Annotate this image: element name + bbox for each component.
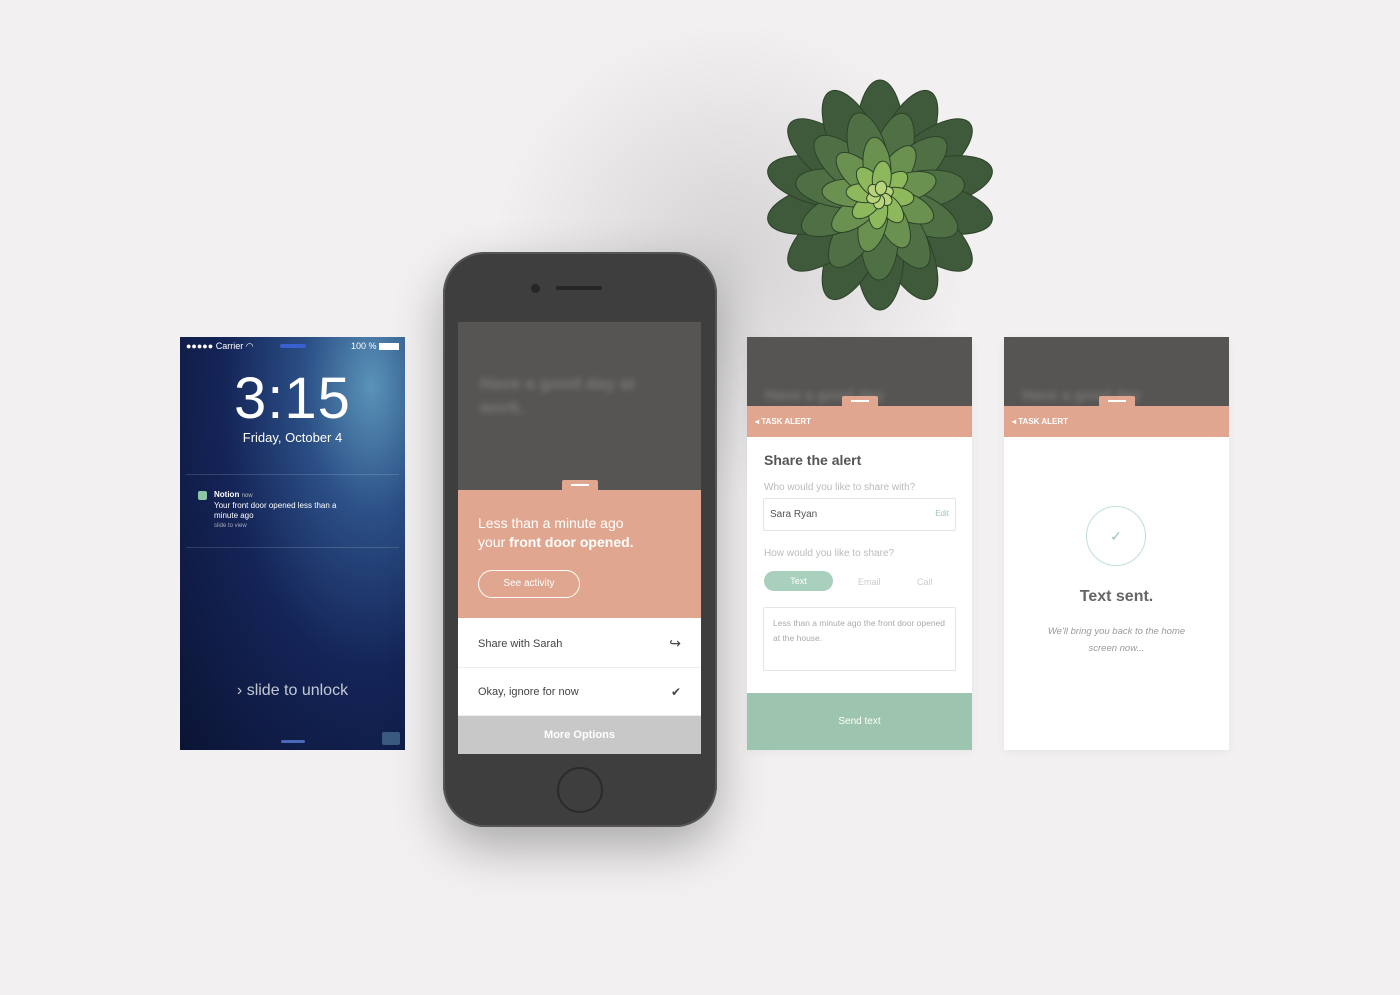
edit-link[interactable]: Edit bbox=[935, 509, 949, 520]
status-pill bbox=[280, 344, 306, 348]
unlock-label: slide to unlock bbox=[246, 682, 349, 699]
sent-title: Text sent. bbox=[1079, 588, 1154, 605]
signal-icon: ●●●●● bbox=[186, 341, 214, 351]
action-label: Okay, ignore for now bbox=[478, 685, 579, 698]
sent-screen: Have a good day ◂ TASK ALERT ✓ Text sent… bbox=[1004, 337, 1229, 750]
method-text[interactable]: Text bbox=[764, 571, 833, 591]
who-label: Who would you like to share with? bbox=[764, 482, 916, 493]
divider bbox=[186, 547, 399, 548]
dimmed-background: Have a good day at work. bbox=[458, 322, 701, 490]
alert-panel: Less than a minute ago your front door op… bbox=[458, 490, 701, 618]
date: Friday, October 4 bbox=[242, 430, 343, 445]
check-icon: ✔ bbox=[670, 684, 681, 699]
action-label: Share with Sarah bbox=[478, 637, 563, 650]
battery-icon bbox=[379, 343, 399, 351]
more-options-button[interactable]: More Options bbox=[458, 716, 701, 754]
message-textarea[interactable]: Less than a minute ago the front door op… bbox=[763, 607, 956, 671]
home-button[interactable] bbox=[557, 767, 603, 813]
share-with-sarah-row[interactable]: Share with Sarah ↪ bbox=[458, 620, 701, 668]
send-text-button[interactable]: Send text bbox=[747, 693, 972, 750]
alert-message: Less than a minute ago your front door op… bbox=[478, 515, 634, 550]
share-arrow-icon: ↪ bbox=[669, 635, 681, 651]
back-icon[interactable]: ◂ bbox=[1012, 417, 1016, 426]
ignore-row[interactable]: Okay, ignore for now ✔ bbox=[458, 668, 701, 716]
success-check-icon: ✓ bbox=[1086, 506, 1146, 566]
header-bar: ◂ TASK ALERT bbox=[747, 406, 972, 437]
camera-icon[interactable] bbox=[382, 732, 400, 745]
lock-screen: ●●●●● Carrier ◠ 100 % 3:15 Friday, Octob… bbox=[180, 337, 405, 750]
carrier: Carrier bbox=[215, 341, 244, 351]
section-title: Share the alert bbox=[764, 452, 862, 468]
speaker bbox=[556, 286, 602, 290]
clock: 3:15 bbox=[234, 366, 351, 431]
slide-to-unlock[interactable]: › slide to unlock bbox=[180, 682, 405, 700]
chevron-right-icon: › bbox=[236, 682, 243, 699]
header-title: TASK ALERT bbox=[1018, 417, 1069, 426]
notification[interactable]: Notion now Your front door opened less t… bbox=[198, 490, 355, 531]
method-email[interactable]: Email bbox=[858, 577, 881, 587]
notification-time: now bbox=[241, 493, 253, 499]
front-camera bbox=[531, 284, 540, 293]
alert-screen: Have a good day at work. Less than a min… bbox=[458, 322, 701, 754]
succulent-plant-image bbox=[767, 79, 993, 311]
header-title: TASK ALERT bbox=[761, 417, 812, 426]
recipient-value: Sara Ryan bbox=[770, 509, 818, 520]
see-activity-button[interactable]: See activity bbox=[478, 570, 580, 598]
notification-app: Notion bbox=[214, 490, 240, 499]
notification-message: Your front door opened less than a minut… bbox=[214, 501, 337, 520]
recipient-field[interactable]: Sara Ryan Edit bbox=[763, 498, 956, 531]
sent-message: We'll bring you back to the home screen … bbox=[1047, 626, 1186, 654]
notification-hint: slide to view bbox=[214, 523, 247, 529]
back-icon[interactable]: ◂ bbox=[755, 417, 759, 426]
background-text: Have a good day at work. bbox=[480, 374, 635, 417]
how-label: How would you like to share? bbox=[764, 548, 895, 559]
share-screen: Have a good day ◂ TASK ALERT Share the a… bbox=[747, 337, 972, 750]
method-call[interactable]: Call bbox=[917, 577, 933, 587]
battery-percent: 100 % bbox=[350, 341, 377, 351]
home-indicator bbox=[281, 740, 305, 743]
app-icon bbox=[198, 491, 207, 500]
divider bbox=[186, 474, 399, 475]
wifi-icon: ◠ bbox=[245, 341, 254, 351]
header-bar: ◂ TASK ALERT bbox=[1004, 406, 1229, 437]
